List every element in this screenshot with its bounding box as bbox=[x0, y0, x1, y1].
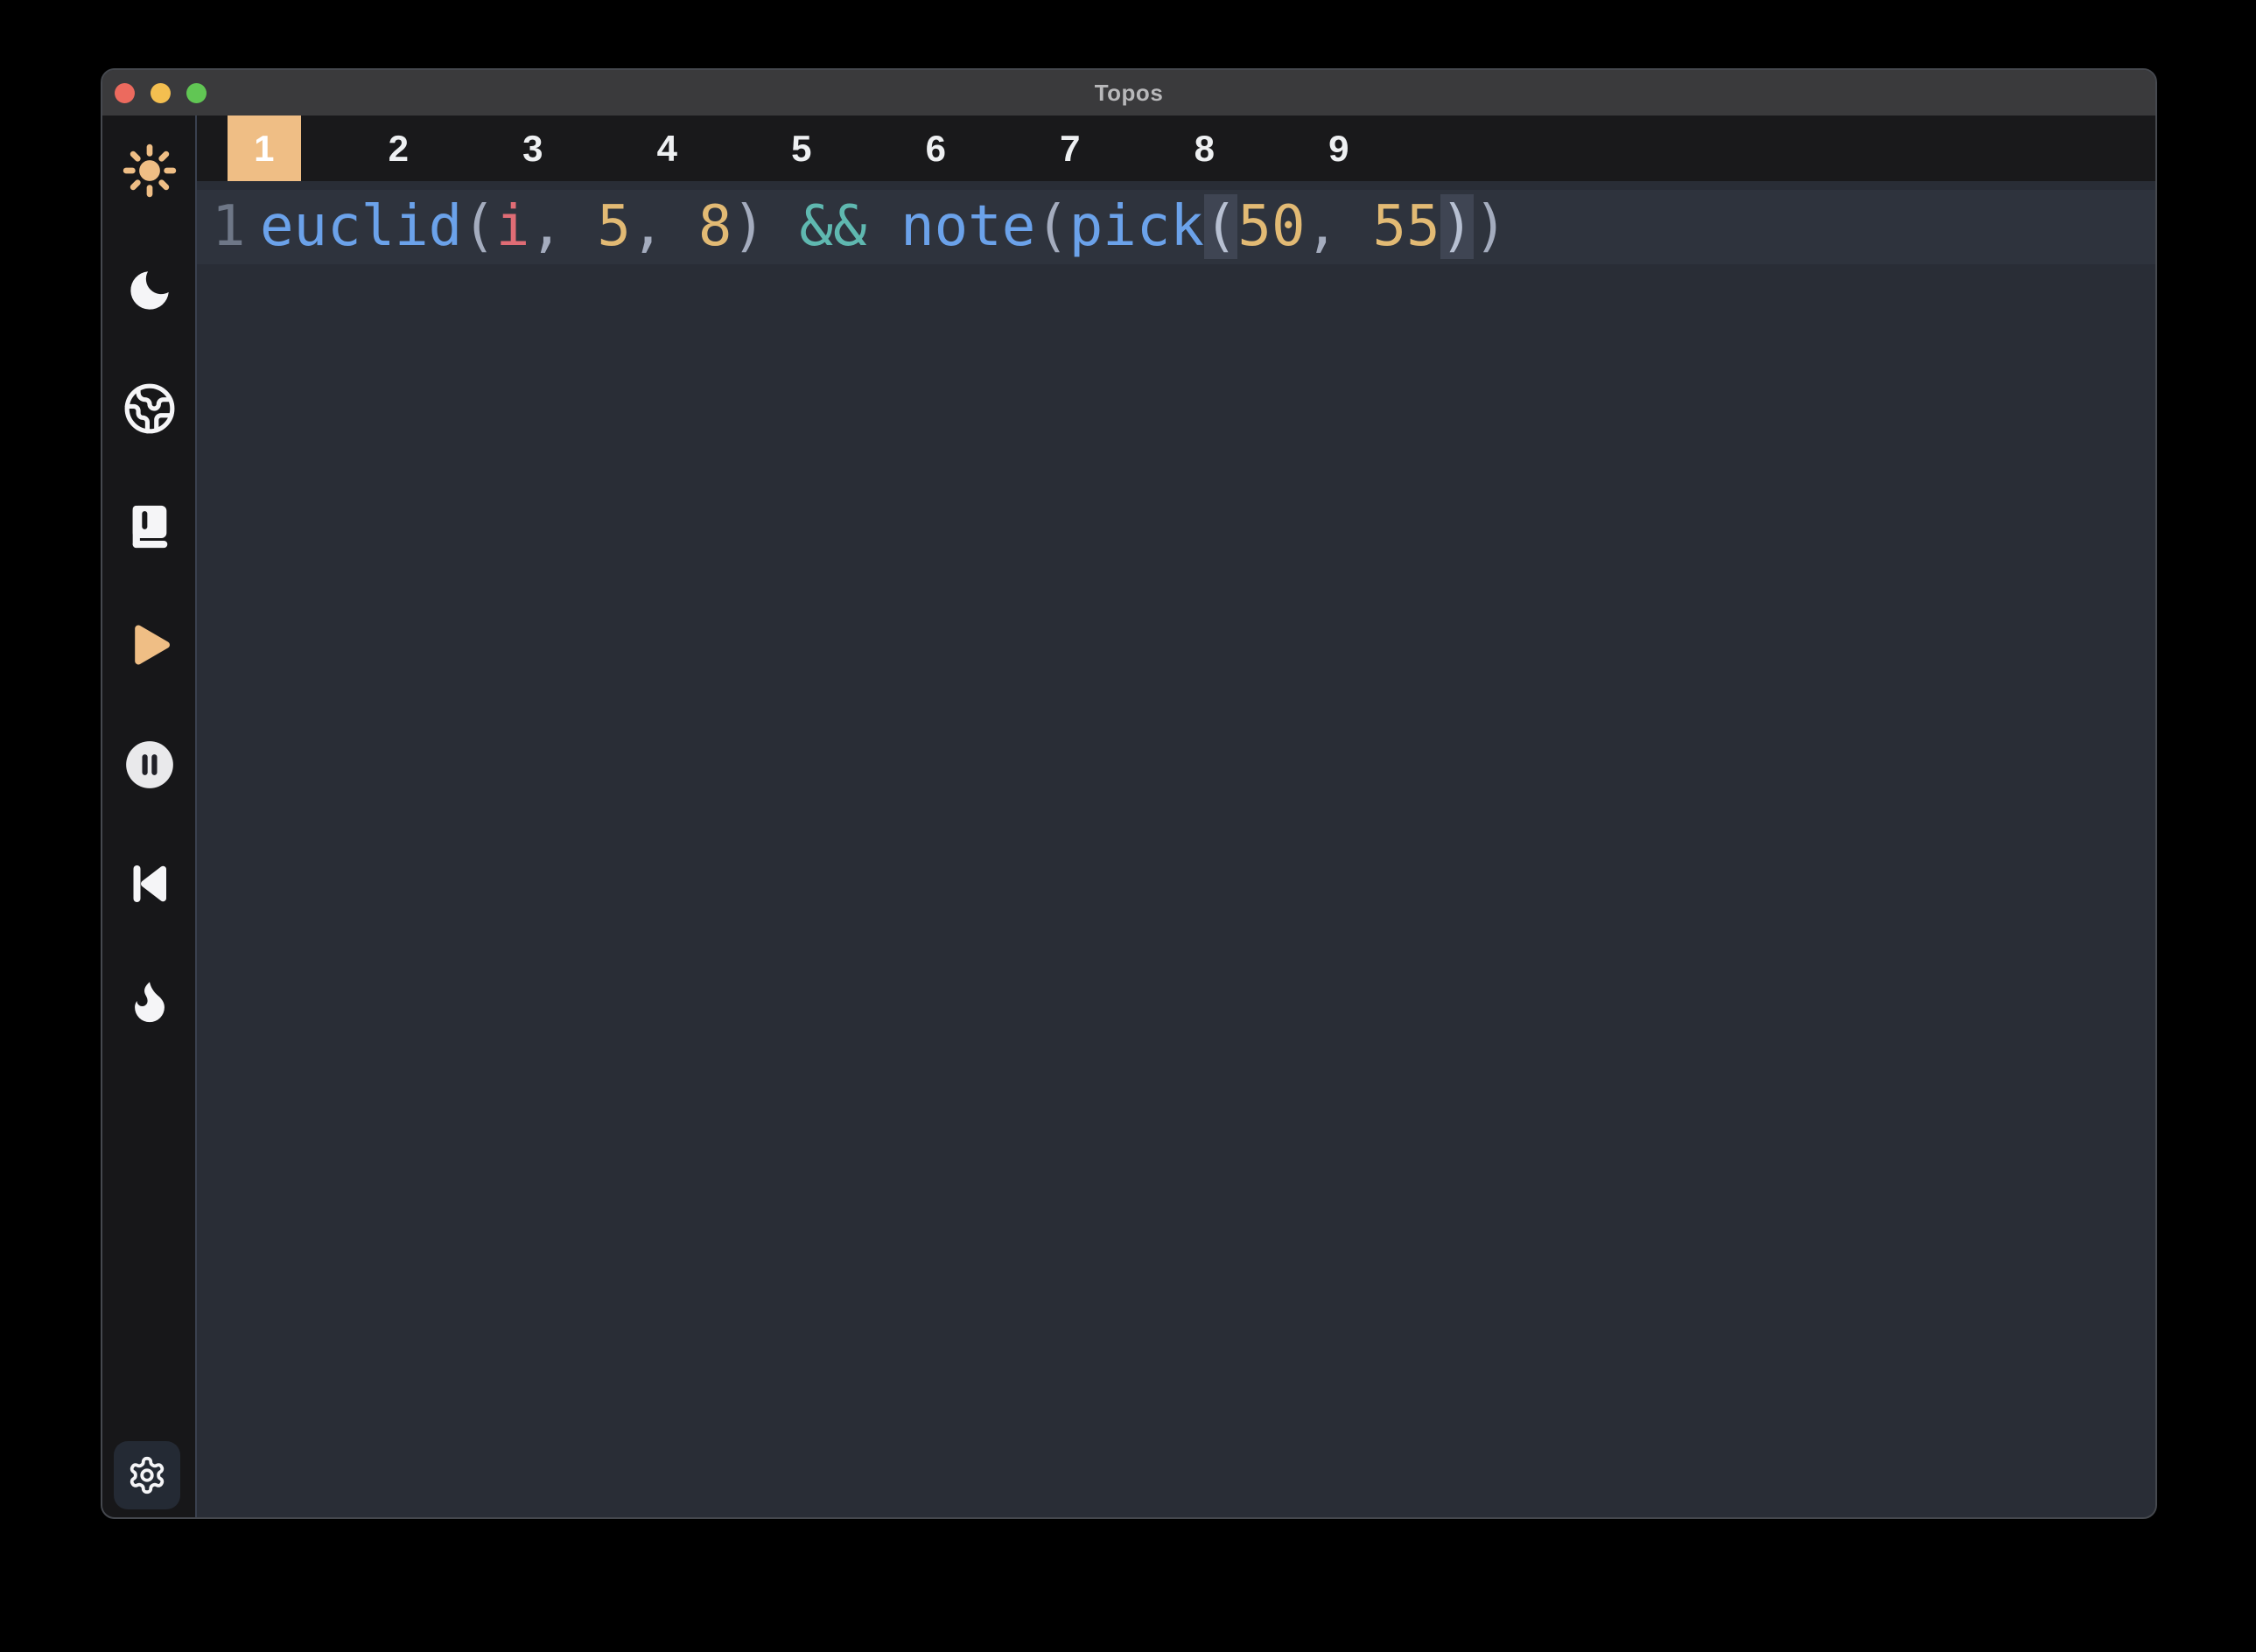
flame-button[interactable] bbox=[123, 974, 177, 1028]
code-token: 5 bbox=[597, 194, 631, 259]
tab-9[interactable]: 9 bbox=[1272, 116, 1406, 181]
book-icon bbox=[124, 501, 175, 552]
docs-button[interactable] bbox=[123, 500, 177, 554]
desktop-background: Topos bbox=[0, 0, 2256, 1652]
line-number: 1 bbox=[212, 190, 246, 264]
maximize-button[interactable] bbox=[186, 83, 207, 103]
tab-label: 2 bbox=[389, 116, 409, 181]
app-window: Topos bbox=[101, 68, 2157, 1519]
tab-7[interactable]: 7 bbox=[1003, 116, 1138, 181]
tab-6[interactable]: 6 bbox=[869, 116, 1004, 181]
code-token: ( bbox=[1204, 194, 1238, 259]
code-text: euclid(i, 5, 8) && note(pick(50, 55)) bbox=[260, 190, 1508, 264]
code-token: i bbox=[496, 194, 530, 259]
code-token: ( bbox=[462, 194, 496, 259]
tab-label: 5 bbox=[791, 116, 811, 181]
theme-light-button[interactable] bbox=[123, 144, 177, 198]
tab-label: 9 bbox=[1328, 116, 1349, 181]
code-token: ) bbox=[732, 194, 766, 259]
code-token: , bbox=[1305, 194, 1372, 259]
code-token: ( bbox=[1035, 194, 1069, 259]
tab-label: 7 bbox=[1060, 116, 1080, 181]
gear-icon bbox=[127, 1455, 167, 1495]
code-token bbox=[766, 194, 800, 259]
code-editor[interactable]: 1 euclid(i, 5, 8) && note(pick(50, 55)) bbox=[197, 181, 2155, 1517]
flame-icon bbox=[124, 976, 175, 1026]
tab-3[interactable]: 3 bbox=[466, 116, 600, 181]
tab-2[interactable]: 2 bbox=[332, 116, 466, 181]
traffic-lights bbox=[115, 70, 207, 116]
tab-label: 4 bbox=[657, 116, 677, 181]
tab-4[interactable]: 4 bbox=[600, 116, 735, 181]
globe-button[interactable] bbox=[123, 382, 177, 436]
code-token: euclid bbox=[260, 194, 462, 259]
code-token: 55 bbox=[1373, 194, 1440, 259]
tab-5[interactable]: 5 bbox=[734, 116, 869, 181]
tab-label: 8 bbox=[1195, 116, 1215, 181]
close-button[interactable] bbox=[115, 83, 135, 103]
tab-label: 1 bbox=[228, 116, 301, 181]
tab-1[interactable]: 1 bbox=[197, 116, 332, 181]
tab-bar: 1 2 3 4 5 6 7 8 9 bbox=[197, 116, 2155, 181]
tab-8[interactable]: 8 bbox=[1138, 116, 1272, 181]
moon-icon bbox=[124, 265, 175, 316]
sidebar bbox=[102, 116, 197, 1517]
play-icon bbox=[123, 617, 177, 673]
tab-label: 6 bbox=[926, 116, 946, 181]
code-token: 8 bbox=[698, 194, 732, 259]
settings-button[interactable] bbox=[114, 1441, 180, 1509]
title-bar[interactable]: Topos bbox=[102, 70, 2155, 116]
window-title: Topos bbox=[1095, 80, 1164, 107]
code-token: && bbox=[800, 194, 867, 259]
code-line-1[interactable]: 1 euclid(i, 5, 8) && note(pick(50, 55)) bbox=[197, 190, 2155, 264]
code-token: 50 bbox=[1237, 194, 1305, 259]
sun-icon bbox=[123, 144, 177, 198]
play-button[interactable] bbox=[123, 618, 177, 672]
code-token: , bbox=[631, 194, 698, 259]
code-token: , bbox=[529, 194, 597, 259]
skip-back-icon bbox=[123, 858, 176, 910]
rewind-button[interactable] bbox=[123, 857, 177, 911]
minimize-button[interactable] bbox=[151, 83, 171, 103]
pause-button[interactable] bbox=[123, 738, 177, 792]
code-token: ) bbox=[1474, 194, 1508, 259]
code-token: pick bbox=[1069, 194, 1204, 259]
pause-icon bbox=[123, 738, 177, 792]
code-token: ) bbox=[1440, 194, 1475, 259]
code-token: note bbox=[900, 194, 1035, 259]
globe-icon bbox=[123, 382, 177, 436]
code-token bbox=[867, 194, 901, 259]
theme-dark-button[interactable] bbox=[123, 263, 177, 318]
tab-label: 3 bbox=[522, 116, 543, 181]
